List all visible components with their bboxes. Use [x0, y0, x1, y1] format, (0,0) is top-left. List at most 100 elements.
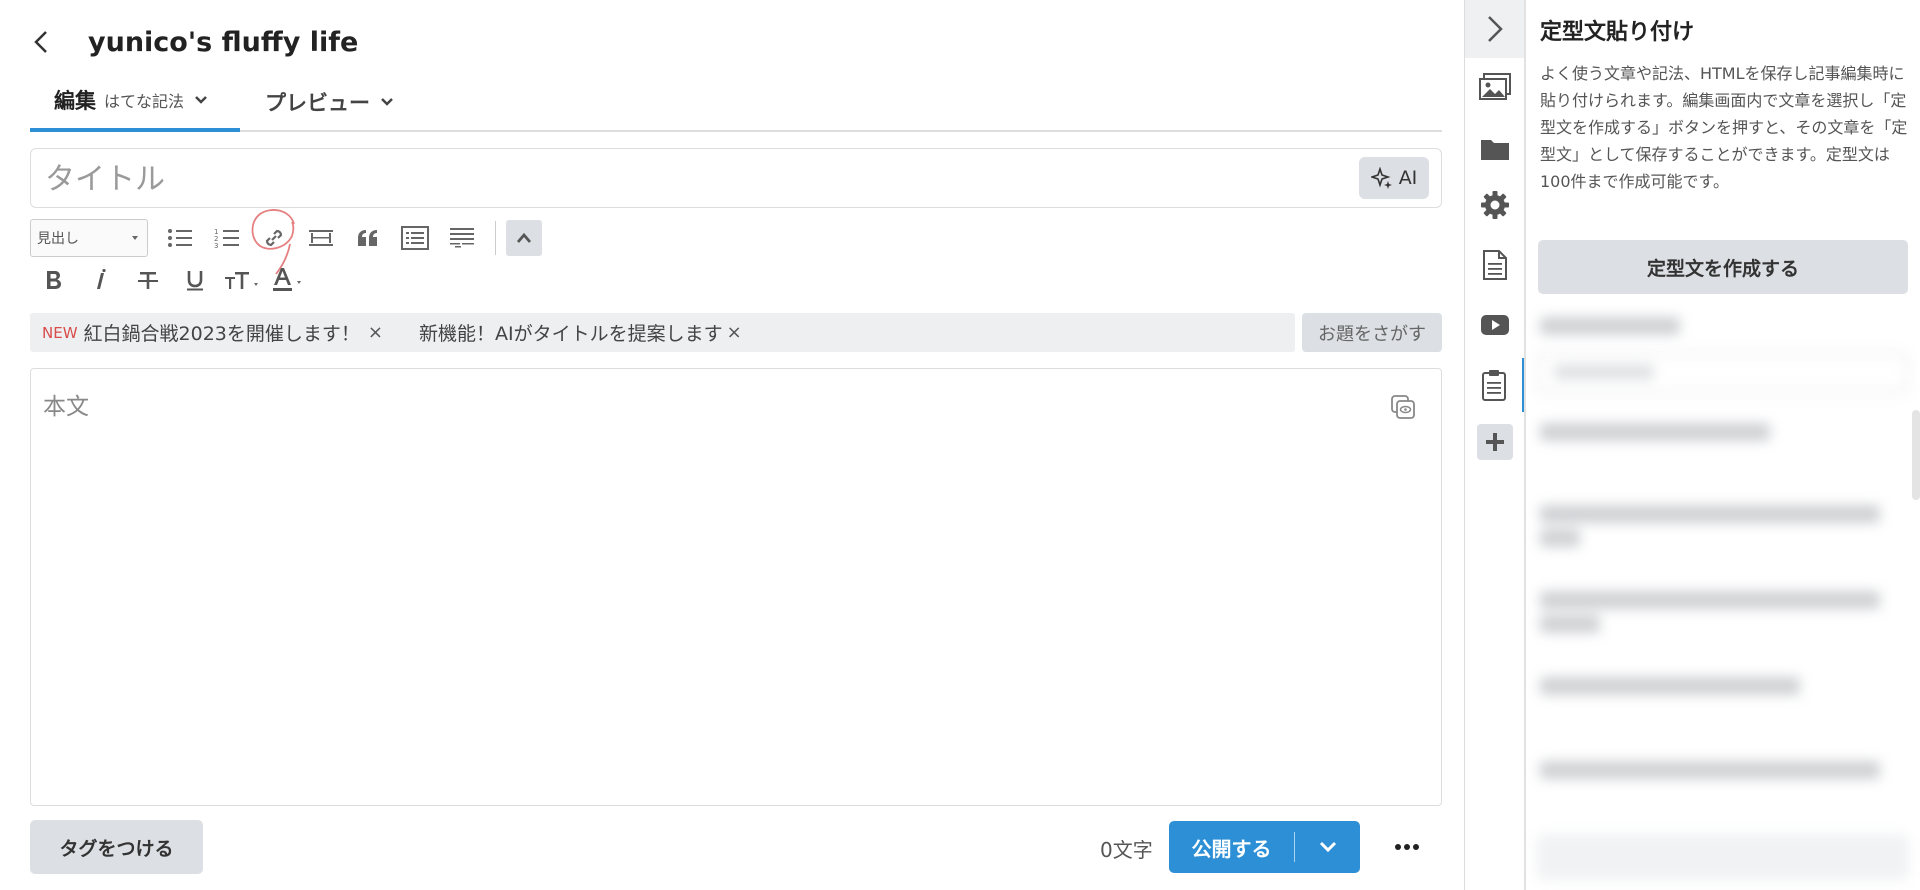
quote-icon	[357, 230, 377, 246]
chevron-right-icon	[1488, 16, 1503, 42]
heading-select-value: 見出し	[37, 231, 79, 247]
italic-icon	[96, 269, 106, 289]
close-announcement-button[interactable]: ×	[368, 322, 383, 343]
collapse-toolbar-button[interactable]	[506, 220, 542, 256]
clipboard-icon	[1481, 370, 1506, 401]
folder-tool-button[interactable]	[1465, 122, 1525, 176]
close-announcement-button[interactable]: ×	[727, 322, 742, 343]
add-tag-button[interactable]: タグをつける	[30, 820, 203, 874]
template-tool-button[interactable]	[1465, 358, 1525, 412]
bullet-list-button[interactable]	[156, 218, 203, 258]
new-badge: NEW	[42, 323, 78, 342]
collapse-panel-button[interactable]	[1465, 0, 1525, 58]
numbered-list-button[interactable]: 123	[203, 218, 250, 258]
text-size-button[interactable]	[218, 260, 265, 300]
blurred-text	[1540, 677, 1800, 695]
back-button[interactable]	[30, 18, 78, 66]
publish-options-button[interactable]	[1295, 821, 1360, 873]
strikethrough-icon	[137, 272, 158, 289]
sparkle-icon	[1370, 167, 1392, 189]
editor-main: yunico's fluffy life 編集 はてな記法 プレビュー AI 見…	[0, 0, 1464, 890]
numbered-list-icon: 123	[214, 228, 239, 249]
blurred-button	[1538, 835, 1908, 879]
bold-icon	[46, 271, 61, 289]
preview-copy-icon[interactable]	[1389, 393, 1417, 421]
ai-title-button[interactable]: AI	[1359, 157, 1429, 199]
panel-description: よく使う文章や記法、HTMLを保存し記事編集時に貼り付けられます。編集画面内で文…	[1540, 64, 1908, 191]
text-color-button[interactable]	[265, 260, 312, 300]
footnote-button[interactable]	[438, 218, 485, 258]
read-more-icon	[308, 230, 333, 246]
footnote-icon	[449, 228, 474, 248]
blurred-text	[1540, 615, 1600, 633]
create-template-button[interactable]: 定型文を作成する	[1538, 240, 1908, 294]
header: yunico's fluffy life	[30, 18, 358, 66]
tab-preview[interactable]: プレビュー	[265, 72, 394, 132]
chevron-down-icon	[195, 96, 207, 104]
svg-text:3: 3	[214, 242, 218, 249]
plus-icon	[1486, 433, 1504, 451]
underline-button[interactable]	[171, 260, 218, 300]
toolbar-row-1: 見出し 123	[30, 209, 542, 275]
body-input[interactable]	[43, 387, 1383, 787]
text-color-icon	[272, 268, 301, 291]
blurred-text	[1540, 529, 1580, 547]
photo-icon	[1479, 73, 1511, 100]
heading-select[interactable]: 見出し	[30, 219, 148, 257]
youtube-tool-button[interactable]	[1465, 298, 1525, 352]
toolbar-row-2	[30, 260, 312, 300]
side-icon-rail	[1464, 0, 1525, 890]
announcement-link[interactable]: 新機能！AIがタイトルを提案します	[419, 319, 723, 346]
photo-tool-button[interactable]	[1465, 60, 1525, 114]
blurred-text	[1540, 761, 1880, 779]
italic-button[interactable]	[77, 260, 124, 300]
tab-edit[interactable]: 編集 はてな記法	[30, 72, 240, 132]
editor-tabs: 編集 はてな記法 プレビュー	[30, 72, 1442, 132]
body-field-box	[30, 368, 1442, 806]
text-size-icon	[224, 272, 258, 289]
tab-edit-label: 編集	[54, 89, 96, 113]
gear-icon	[1481, 191, 1509, 219]
announcement-banner: NEW 紅白鍋合戦2023を開催します！ × 新機能！AIがタイトルを提案します…	[30, 313, 1295, 352]
template-panel: 定型文貼り付け よく使う文章や記法、HTMLを保存し記事編集時に貼り付けられます…	[1524, 0, 1920, 890]
blurred-text	[1540, 423, 1770, 441]
tab-preview-label: プレビュー	[265, 91, 370, 115]
underline-icon	[186, 271, 203, 291]
blurred-text	[1540, 317, 1680, 335]
chevron-up-icon	[516, 232, 532, 243]
table-of-contents-icon	[400, 226, 429, 250]
folder-icon	[1481, 140, 1509, 160]
publish-button[interactable]: 公開する	[1169, 832, 1295, 862]
blurred-text	[1554, 365, 1654, 379]
bullet-list-icon	[167, 229, 192, 247]
tab-edit-mode: はてな記法	[104, 92, 185, 111]
quote-button[interactable]	[344, 218, 391, 258]
find-topic-button[interactable]: お題をさがす	[1302, 313, 1442, 352]
settings-tool-button[interactable]	[1465, 178, 1525, 232]
document-tool-button[interactable]	[1465, 238, 1525, 292]
strikethrough-button[interactable]	[124, 260, 171, 300]
blurred-template-list	[1526, 305, 1920, 890]
more-options-button[interactable]	[1382, 827, 1432, 867]
table-of-contents-button[interactable]	[391, 218, 438, 258]
blurred-text	[1540, 591, 1880, 609]
more-horizontal-icon	[1395, 844, 1419, 850]
publish-button-group: 公開する	[1169, 821, 1360, 873]
title-field-box: AI	[30, 148, 1442, 208]
link-button[interactable]	[250, 209, 297, 275]
add-tool-button[interactable]	[1477, 424, 1513, 460]
document-icon	[1483, 250, 1507, 280]
panel-title: 定型文貼り付け	[1540, 20, 1695, 45]
toolbar-divider	[495, 221, 496, 255]
character-count: 0文字	[1100, 838, 1153, 862]
select-caret-icon	[132, 236, 138, 240]
chevron-down-icon	[1319, 841, 1336, 853]
panel-scrollbar[interactable]	[1912, 410, 1920, 500]
chevron-down-icon	[381, 98, 393, 106]
title-input[interactable]	[45, 159, 1345, 199]
youtube-icon	[1481, 315, 1509, 335]
announcement-link[interactable]: 紅白鍋合戦2023を開催します！	[84, 319, 360, 346]
blurred-text	[1540, 505, 1880, 523]
bold-button[interactable]	[30, 260, 77, 300]
ai-button-label: AI	[1398, 167, 1418, 189]
